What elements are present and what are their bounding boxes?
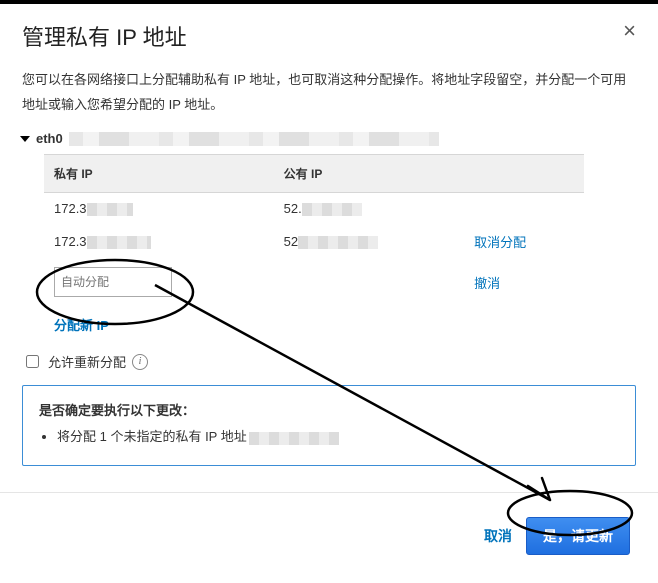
close-icon[interactable]: × bbox=[623, 20, 636, 42]
private-ip-prefix: 172.3 bbox=[54, 234, 87, 249]
new-ip-input[interactable] bbox=[54, 267, 172, 297]
confirm-question: 是否确定要执行以下更改： bbox=[39, 400, 619, 419]
table-row: 172.3 52 取消分配 bbox=[44, 224, 584, 259]
cancel-button[interactable]: 取消 bbox=[484, 526, 512, 546]
undo-link[interactable]: 撤消 bbox=[474, 276, 500, 291]
interface-toggle[interactable]: eth0 bbox=[22, 131, 636, 146]
chevron-down-icon bbox=[20, 136, 30, 142]
confirm-box: 是否确定要执行以下更改： 将分配 1 个未指定的私有 IP 地址 bbox=[22, 385, 636, 465]
col-public-ip: 公有 IP bbox=[274, 155, 464, 193]
confirm-item: 将分配 1 个未指定的私有 IP 地址 bbox=[57, 425, 619, 448]
allow-reassign-label: 允许重新分配 bbox=[48, 352, 126, 371]
redacted bbox=[87, 203, 133, 216]
redacted bbox=[87, 236, 151, 249]
ip-table: 私有 IP 公有 IP 172.3 52. 172.3 52 取消分配 bbox=[44, 154, 584, 305]
interface-id-redacted bbox=[69, 132, 439, 146]
assign-new-ip-link[interactable]: 分配新 IP bbox=[54, 315, 636, 334]
table-row: 撤消 bbox=[44, 259, 584, 305]
redacted bbox=[302, 203, 362, 216]
public-ip-prefix: 52 bbox=[284, 234, 298, 249]
interface-name: eth0 bbox=[36, 131, 63, 146]
confirm-update-button[interactable]: 是，请更新 bbox=[526, 517, 630, 555]
col-private-ip: 私有 IP bbox=[44, 155, 274, 193]
info-icon[interactable]: i bbox=[132, 354, 148, 370]
private-ip-prefix: 172.3 bbox=[54, 201, 87, 216]
table-row: 172.3 52. bbox=[44, 193, 584, 225]
public-ip-prefix: 52. bbox=[284, 201, 302, 216]
col-action bbox=[464, 155, 584, 193]
allow-reassign-checkbox[interactable] bbox=[26, 355, 39, 368]
unassign-link[interactable]: 取消分配 bbox=[474, 235, 526, 250]
redacted bbox=[298, 236, 378, 249]
dialog-title: 管理私有 IP 地址 bbox=[22, 20, 187, 52]
dialog-description: 您可以在各网络接口上分配辅助私有 IP 地址，也可取消这种分配操作。将地址字段留… bbox=[22, 68, 636, 117]
redacted bbox=[249, 432, 339, 445]
